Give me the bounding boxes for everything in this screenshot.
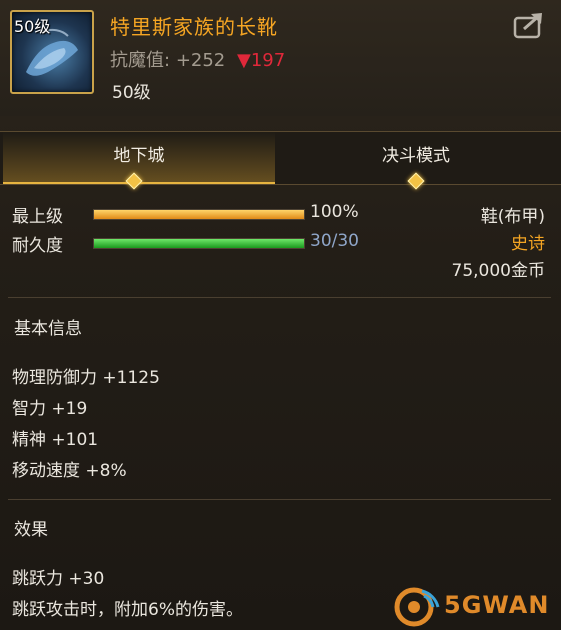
share-icon (513, 13, 542, 39)
attribute-line: 移动速度 +8% (12, 461, 127, 481)
divider (8, 297, 551, 298)
durability-bar-fill (94, 239, 304, 248)
basic-info-title: 基本信息 (14, 319, 82, 339)
item-tooltip-panel: 50级 特里斯家族的长靴 抗魔值: +252 ▼197 50级 地下城 决斗模式… (0, 0, 561, 630)
item-price: 75,000金币 (451, 261, 545, 281)
item-level-badge: 50级 (14, 17, 51, 36)
max-level-bar (93, 209, 305, 220)
max-level-bar-fill (94, 210, 304, 219)
attribute-line: 智力 +19 (12, 399, 88, 419)
share-button[interactable] (512, 10, 546, 40)
site-watermark: 5GWAN (392, 585, 557, 627)
tab-dungeon[interactable]: 地下城 (3, 132, 275, 184)
effect-line: 跳跃力 +30 (12, 569, 105, 589)
required-level: 50级 (112, 83, 151, 103)
item-slot-type: 鞋(布甲) (480, 207, 545, 227)
mode-tabs: 地下城 决斗模式 (0, 131, 561, 185)
effects-title: 效果 (14, 520, 48, 540)
watermark-text: 5GWAN (444, 591, 550, 619)
durability-bar (93, 238, 305, 249)
item-rarity: 史诗 (511, 234, 545, 254)
divider (8, 499, 551, 500)
effect-line: 跳跃攻击时，附加6%的伤害。 (12, 600, 243, 620)
magic-resist-label: 抗魔值: (110, 50, 171, 71)
magic-resist-line: 抗魔值: +252 ▼197 (110, 46, 285, 72)
magic-resist-value: +252 (175, 50, 226, 71)
max-level-label: 最上级 (12, 207, 63, 227)
item-header: 50级 特里斯家族的长靴 抗魔值: +252 ▼197 50级 (0, 0, 561, 116)
attribute-line: 精神 +101 (12, 430, 99, 450)
durability-value: 30/30 (310, 231, 359, 251)
watermark-logo-icon (394, 587, 440, 627)
item-name: 特里斯家族的长靴 (110, 15, 278, 39)
magic-resist-diff: ▼197 (237, 50, 286, 71)
durability-label: 耐久度 (12, 236, 63, 256)
max-level-value: 100% (310, 202, 359, 222)
attribute-line: 物理防御力 +1125 (12, 368, 160, 388)
